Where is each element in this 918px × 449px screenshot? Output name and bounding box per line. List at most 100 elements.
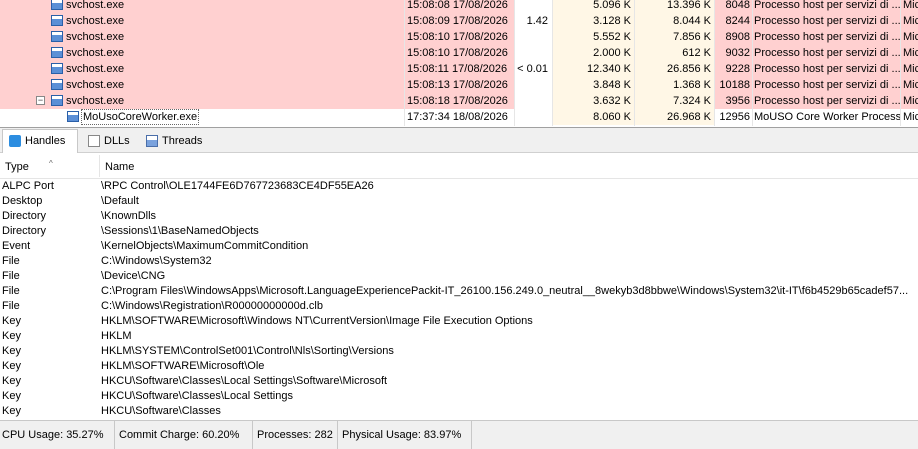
handle-name: \Default xyxy=(101,195,139,207)
handle-name: HKLM\SOFTWARE\Microsoft\Ole xyxy=(101,360,265,372)
handle-row[interactable]: Key HKLM\SYSTEM\ControlSet001\Control\Nls… xyxy=(0,344,918,359)
handle-name: HKLM\SYSTEM\ControlSet001\Control\Nls\So… xyxy=(101,345,394,357)
process-start-time: 15:08:10 17/08/2026 xyxy=(404,29,514,45)
handles-header: ^ Type Name xyxy=(0,153,918,179)
process-company: Mic xyxy=(900,61,918,77)
process-row[interactable]: svchost.exe 15:08:11 17/08/2026 < 0.01 1… xyxy=(0,61,918,77)
handle-name: C:\Program Files\WindowsApps\Microsoft.L… xyxy=(101,285,909,297)
handle-name: HKCU\Software\Classes xyxy=(101,405,221,417)
process-icon xyxy=(51,95,63,106)
process-working-set: 26.968 K xyxy=(634,109,714,125)
tab-dlls[interactable]: DLLs xyxy=(82,130,138,152)
process-start-time: 15:08:08 17/08/2026 xyxy=(404,0,514,13)
handle-row[interactable]: File \Device\CNG xyxy=(0,269,918,284)
handle-row[interactable]: Key HKCU\Software\Classes\Local Settings xyxy=(0,389,918,404)
process-list[interactable]: svchost.exe 15:08:08 17/08/2026 5.096 K … xyxy=(0,0,918,126)
process-pid: 9032 xyxy=(714,45,752,61)
status-bar: CPU Usage: 35.27% Commit Charge: 60.20% … xyxy=(0,420,918,449)
handle-type: Directory xyxy=(2,225,47,237)
handle-type: Key xyxy=(2,315,21,327)
process-row[interactable]: − svchost.exe 15:08:18 17/08/2026 3.632 K… xyxy=(0,93,918,109)
process-row[interactable]: svchost.exe 15:08:10 17/08/2026 2.000 K … xyxy=(0,45,918,61)
status-cpu-usage: CPU Usage: 35.27% xyxy=(0,421,115,449)
column-divider xyxy=(552,0,553,126)
handle-type: Key xyxy=(2,390,21,402)
column-divider xyxy=(404,0,405,126)
process-row[interactable]: svchost.exe 15:08:09 17/08/2026 1.42 3.1… xyxy=(0,13,918,29)
dll-icon xyxy=(88,135,100,147)
column-header-name[interactable]: Name xyxy=(105,153,905,178)
tab-threads[interactable]: Threads xyxy=(140,130,212,152)
handle-row[interactable]: Key HKCU\Software\Classes\Local Settings\… xyxy=(0,374,918,389)
handle-row[interactable]: File C:\Windows\Registration\R00000000000… xyxy=(0,299,918,314)
handle-row[interactable]: File C:\Windows\System32 xyxy=(0,254,918,269)
process-icon xyxy=(51,0,63,10)
process-company: Mic xyxy=(900,77,918,93)
process-row-selected[interactable]: MoUsoCoreWorker.exe 17:37:34 18/08/2026 … xyxy=(0,109,918,125)
handle-row[interactable]: Key HKLM xyxy=(0,329,918,344)
process-pid: 3956 xyxy=(714,93,752,109)
handle-row[interactable]: Event \KernelObjects\MaximumCommitConditi… xyxy=(0,239,918,254)
handle-row[interactable]: Directory \KnownDlls xyxy=(0,209,918,224)
process-description: Processo host per servizi di ... xyxy=(752,77,900,93)
process-name: svchost.exe xyxy=(66,15,125,27)
process-cpu xyxy=(514,29,552,45)
tab-handles[interactable]: Handles xyxy=(2,129,78,153)
process-row[interactable]: svchost.exe 15:08:10 17/08/2026 5.552 K … xyxy=(0,29,918,45)
process-cpu: 1.42 xyxy=(514,13,552,29)
process-working-set: 612 K xyxy=(634,45,714,61)
process-pid: 8908 xyxy=(714,29,752,45)
handle-row[interactable]: File C:\Program Files\WindowsApps\Microso… xyxy=(0,284,918,299)
process-pid: 10188 xyxy=(714,77,752,93)
handle-name: HKCU\Software\Classes\Local Settings xyxy=(101,390,293,402)
column-divider[interactable] xyxy=(99,155,100,177)
handle-name: \Device\CNG xyxy=(101,270,166,282)
process-pid: 9228 xyxy=(714,61,752,77)
process-private-bytes: 12.340 K xyxy=(552,61,634,77)
process-private-bytes: 3.848 K xyxy=(552,77,634,93)
process-working-set: 13.396 K xyxy=(634,0,714,13)
column-divider xyxy=(752,0,753,126)
process-private-bytes: 3.632 K xyxy=(552,93,634,109)
handle-type: Directory xyxy=(2,210,47,222)
column-header-type[interactable]: ^ Type xyxy=(5,153,97,178)
process-private-bytes: 8.060 K xyxy=(552,109,634,125)
handle-row[interactable]: Directory \Sessions\1\BaseNamedObjects xyxy=(0,224,918,239)
handles-list[interactable]: ^ Type Name ALPC Port \RPC Control\OLE174… xyxy=(0,153,918,420)
status-processes: Processes: 282 xyxy=(255,421,338,449)
collapse-icon[interactable]: − xyxy=(36,96,45,105)
process-name: MoUsoCoreWorker.exe xyxy=(81,109,200,125)
handle-row[interactable]: Key HKLM\SOFTWARE\Microsoft\Windows NT\Cu… xyxy=(0,314,918,329)
process-row[interactable]: svchost.exe 15:08:08 17/08/2026 5.096 K … xyxy=(0,0,918,13)
process-icon xyxy=(51,47,63,58)
process-description: Processo host per servizi di ... xyxy=(752,13,900,29)
process-private-bytes: 5.552 K xyxy=(552,29,634,45)
lower-pane-tabs: Handles DLLs Threads xyxy=(0,127,918,153)
handle-name: C:\Windows\Registration\R00000000000d.cl… xyxy=(101,300,323,312)
handle-type: File xyxy=(2,270,20,282)
handle-row[interactable]: Key HKLM\SOFTWARE\Microsoft\Ole xyxy=(0,359,918,374)
process-name: svchost.exe xyxy=(66,31,125,43)
process-row[interactable]: svchost.exe 15:08:13 17/08/2026 3.848 K … xyxy=(0,77,918,93)
handle-name: HKLM\SOFTWARE\Microsoft\Windows NT\Curre… xyxy=(101,315,533,327)
process-icon xyxy=(51,63,63,74)
process-company: Mic xyxy=(900,13,918,29)
handle-type: File xyxy=(2,285,20,297)
process-icon xyxy=(51,15,63,26)
handle-row[interactable]: Key HKCU\Software\Classes xyxy=(0,404,918,419)
handle-row[interactable]: Desktop \Default xyxy=(0,194,918,209)
handle-type: Key xyxy=(2,375,21,387)
handle-name: C:\Windows\System32 xyxy=(101,255,212,267)
process-pid: 8048 xyxy=(714,0,752,13)
process-working-set: 7.856 K xyxy=(634,29,714,45)
tab-label: Threads xyxy=(162,135,203,147)
handle-type: ALPC Port xyxy=(2,180,54,192)
status-physical-usage: Physical Usage: 83.97% xyxy=(340,421,472,449)
column-divider xyxy=(514,0,515,126)
handle-type: File xyxy=(2,300,20,312)
process-name: svchost.exe xyxy=(66,47,125,59)
process-private-bytes: 2.000 K xyxy=(552,45,634,61)
handle-row[interactable]: ALPC Port \RPC Control\OLE1744FE6D7677236… xyxy=(0,179,918,194)
process-start-time: 17:37:34 18/08/2026 xyxy=(404,109,514,125)
process-description: Processo host per servizi di ... xyxy=(752,45,900,61)
